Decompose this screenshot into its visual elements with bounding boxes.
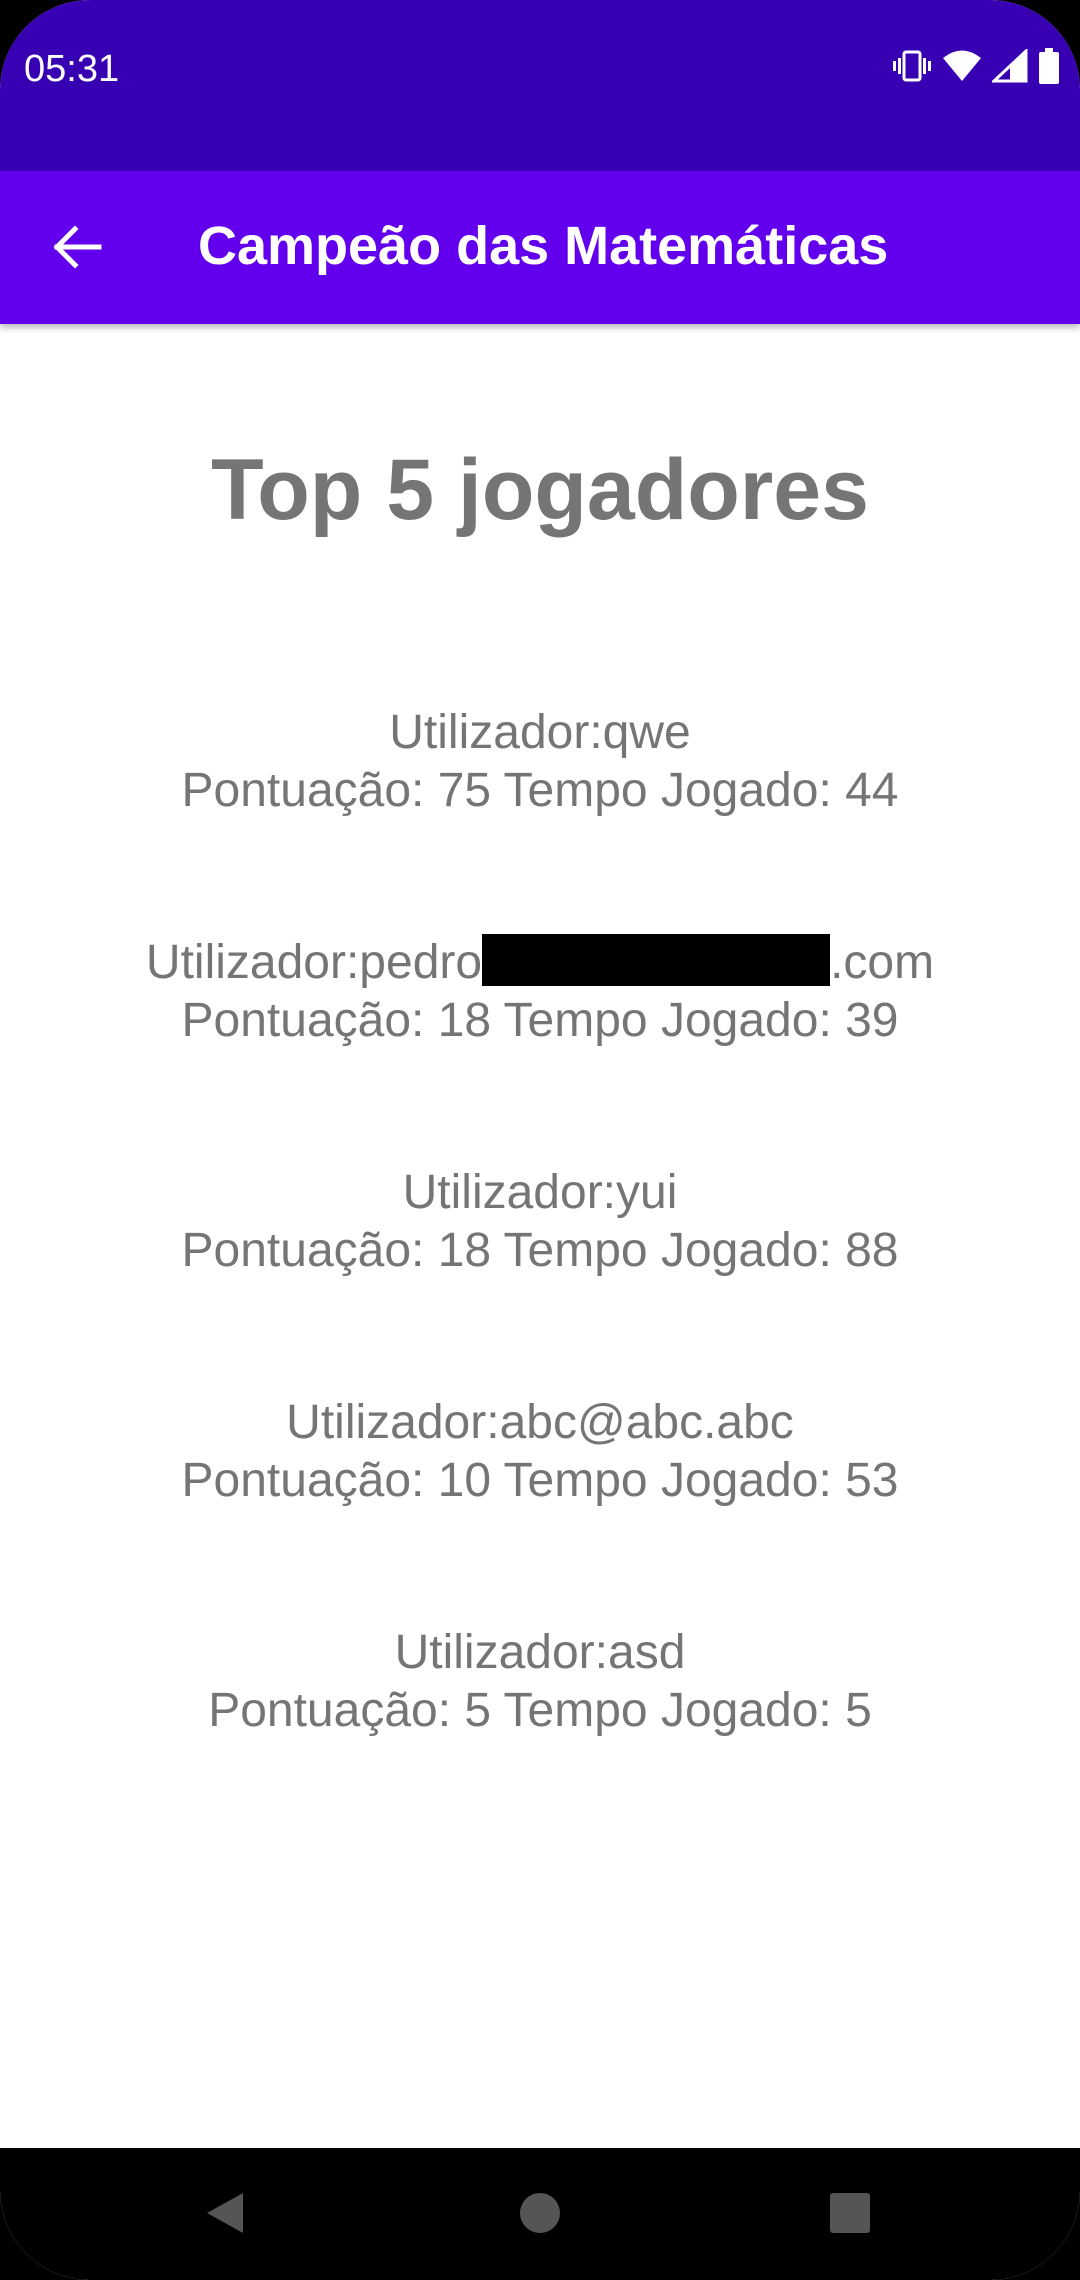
player-score: Pontuação: 18 Tempo Jogado: 88 xyxy=(181,1224,899,1277)
player-user: Utilizador:abc@abc.abc xyxy=(286,1396,794,1449)
nav-recents-icon xyxy=(829,2192,871,2239)
player-user: Utilizador:pedro .com xyxy=(0,934,1080,992)
player-user-prefix: Utilizador:pedro xyxy=(145,936,483,989)
player-score: Pontuação: 75 Tempo Jogado: 44 xyxy=(181,764,899,817)
status-bar: 05:31 xyxy=(0,0,1080,171)
page-heading: Top 5 jogadores xyxy=(211,442,869,538)
player-score: Pontuação: 10 Tempo Jogado: 53 xyxy=(181,1454,899,1507)
arrow-back-icon xyxy=(53,224,103,274)
nav-home-icon xyxy=(519,2192,561,2239)
player-score: Pontuação: 18 Tempo Jogado: 39 xyxy=(181,994,899,1047)
player-user-suffix: .com xyxy=(830,936,935,989)
wifi-icon xyxy=(942,49,982,83)
app-bar: Campeão das Matemáticas xyxy=(0,171,1080,324)
navigation-bar xyxy=(0,2148,1080,2280)
main-content: Top 5 jogadores Utilizador:qwe Pontuação… xyxy=(0,324,1080,2148)
player-entry: Utilizador:qwe Pontuação: 75 Tempo Jogad… xyxy=(0,704,1080,934)
player-user: Utilizador:yui xyxy=(402,1166,678,1219)
player-score: Pontuação: 5 Tempo Jogado: 5 xyxy=(208,1684,872,1737)
nav-back-button[interactable] xyxy=(190,2180,260,2250)
nav-back-icon xyxy=(205,2191,245,2240)
back-button[interactable] xyxy=(36,207,120,291)
player-user: Utilizador:asd xyxy=(394,1626,686,1679)
player-entry: Utilizador:abc@abc.abc Pontuação: 10 Tem… xyxy=(0,1394,1080,1624)
nav-home-button[interactable] xyxy=(505,2180,575,2250)
status-time: 05:31 xyxy=(24,48,120,90)
signal-icon xyxy=(992,49,1028,83)
app-screen: 05:31 Campeão das Matemáticas Top 5 joga… xyxy=(0,0,1080,2280)
status-icons xyxy=(892,46,1060,86)
player-entry: Utilizador:asd Pontuação: 5 Tempo Jogado… xyxy=(0,1624,1080,1854)
player-list: Utilizador:qwe Pontuação: 75 Tempo Jogad… xyxy=(0,704,1080,1854)
player-entry: Utilizador:yui Pontuação: 18 Tempo Jogad… xyxy=(0,1164,1080,1394)
player-user: Utilizador:qwe xyxy=(389,706,691,759)
player-entry: Utilizador:pedro .com Pontuação: 18 Tempo… xyxy=(0,934,1080,1164)
battery-icon xyxy=(1038,48,1060,84)
app-title: Campeão das Matemáticas xyxy=(198,216,889,276)
nav-recents-button[interactable] xyxy=(815,2180,885,2250)
vibrate-icon xyxy=(892,48,932,84)
redacted-block xyxy=(482,934,831,986)
